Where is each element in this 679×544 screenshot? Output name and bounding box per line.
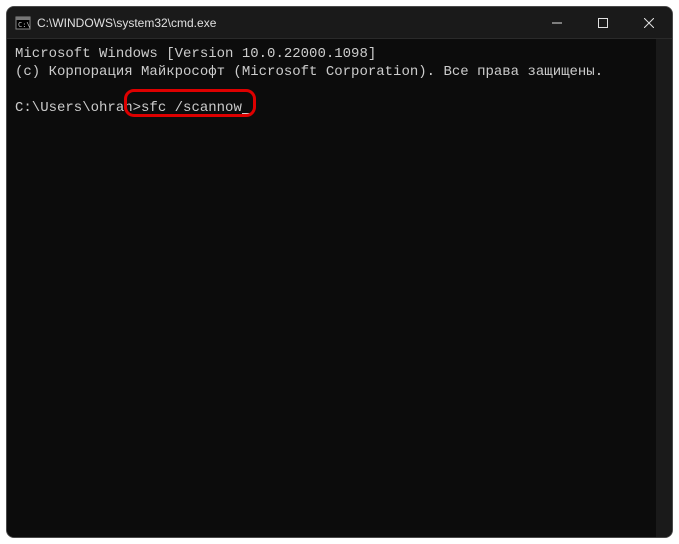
minimize-button[interactable] — [534, 7, 580, 38]
version-line: Microsoft Windows [Version 10.0.22000.10… — [15, 45, 664, 63]
window-title: C:\WINDOWS\system32\cmd.exe — [37, 16, 534, 30]
prompt-path: C:\Users\ohran> — [15, 100, 141, 116]
titlebar[interactable]: C:\ C:\WINDOWS\system32\cmd.exe — [7, 7, 672, 39]
cmd-window: C:\ C:\WINDOWS\system32\cmd.exe Microsof… — [6, 6, 673, 538]
prompt-line: C:\Users\ohran>sfc /scannow — [15, 99, 664, 117]
svg-text:C:\: C:\ — [18, 21, 31, 29]
blank-line — [15, 81, 664, 99]
close-button[interactable] — [626, 7, 672, 38]
typed-command: sfc /scannow — [141, 100, 242, 116]
scrollbar[interactable] — [656, 39, 672, 537]
copyright-line: (c) Корпорация Майкрософт (Microsoft Cor… — [15, 63, 664, 81]
cmd-icon: C:\ — [15, 15, 31, 31]
window-controls — [534, 7, 672, 38]
cursor — [242, 113, 250, 116]
maximize-button[interactable] — [580, 7, 626, 38]
terminal-area[interactable]: Microsoft Windows [Version 10.0.22000.10… — [7, 39, 672, 537]
